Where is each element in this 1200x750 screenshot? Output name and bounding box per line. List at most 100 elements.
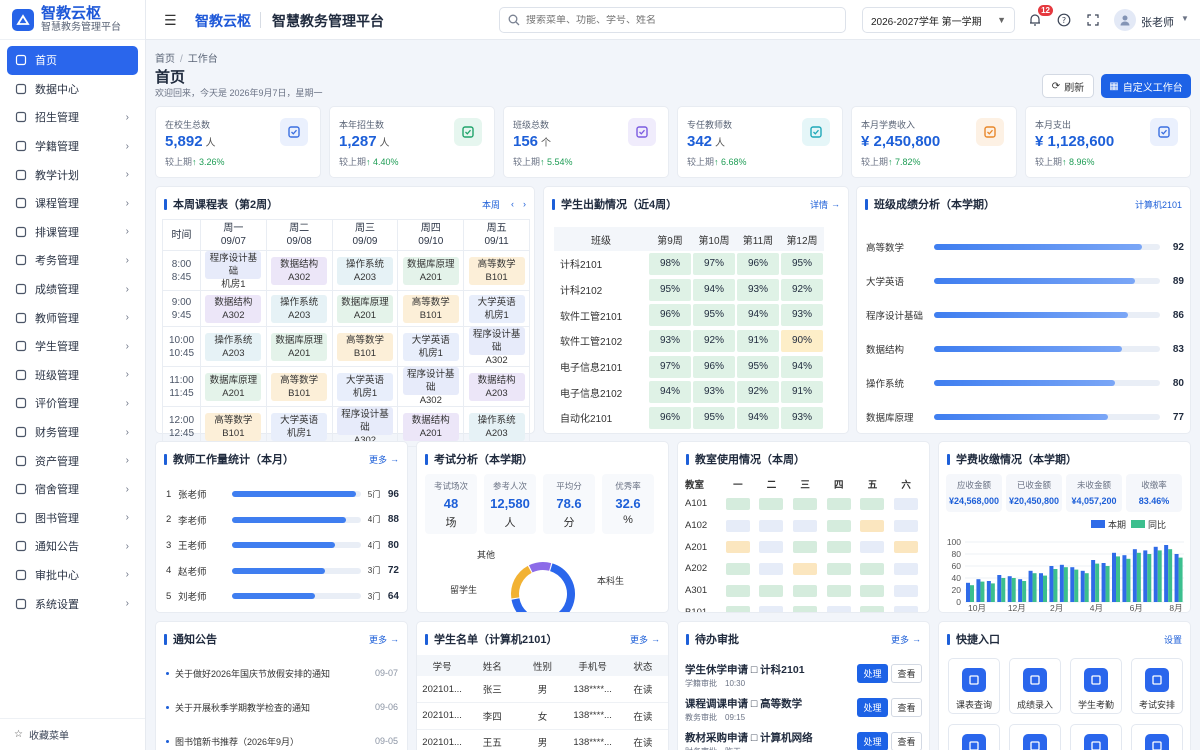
fee-bar[interactable] xyxy=(966,582,970,602)
room-slot[interactable] xyxy=(894,562,919,575)
table-row[interactable]: 202101... 李四女 138****... 在读 xyxy=(417,702,668,730)
fee-bar[interactable] xyxy=(1074,569,1079,602)
table-row[interactable]: 202101... 张三男 138****... 在读 xyxy=(417,676,668,703)
course-block[interactable]: 操作系统 A203 xyxy=(205,332,262,361)
room-slot[interactable] xyxy=(793,541,818,554)
fee-bar[interactable] xyxy=(990,583,995,602)
course-block[interactable]: 数据库原理 A201 xyxy=(402,256,459,285)
course-block[interactable]: 程序设计基础 A302 xyxy=(468,327,525,366)
bell-icon[interactable]: 12 xyxy=(1026,5,1053,29)
course-block[interactable]: 数据库原理 A201 xyxy=(336,294,393,323)
sidebar-item-12[interactable]: 评价管理 › xyxy=(0,389,145,418)
room-slot[interactable] xyxy=(826,562,851,575)
fee-bar[interactable] xyxy=(1178,557,1183,602)
refresh-button[interactable]: ⟳ 刷新 xyxy=(1042,74,1094,98)
fee-bar[interactable] xyxy=(1028,570,1033,602)
user-name[interactable]: 张老师 xyxy=(1141,14,1174,30)
fee-bar[interactable] xyxy=(1136,552,1141,602)
fee-bar[interactable] xyxy=(1022,581,1027,602)
fee-bar[interactable] xyxy=(1070,567,1075,602)
fee-bar[interactable] xyxy=(1112,552,1116,602)
fee-bar[interactable] xyxy=(1043,575,1047,602)
room-slot[interactable] xyxy=(860,541,885,554)
room-slot[interactable] xyxy=(826,497,851,510)
room-slot[interactable] xyxy=(725,541,750,554)
fee-bar[interactable] xyxy=(1059,564,1064,602)
sidebar-item-10[interactable]: 学生管理 › xyxy=(0,332,145,361)
course-block[interactable]: 操作系统 A203 xyxy=(336,256,393,285)
sidebar-item-8[interactable]: 成绩管理 › xyxy=(0,275,145,304)
fee-bar[interactable] xyxy=(1126,558,1131,602)
table-row[interactable]: 202101... 王五男 138****... 在读 xyxy=(417,729,668,750)
fee-bar[interactable] xyxy=(1084,573,1089,602)
quick-entry[interactable] xyxy=(1131,724,1183,750)
fee-bar[interactable] xyxy=(1039,573,1043,602)
room-slot[interactable] xyxy=(759,584,784,597)
course-block[interactable]: 大学英语 机房1 xyxy=(336,372,393,401)
handle-button[interactable]: 处理 xyxy=(857,664,888,683)
course-block[interactable]: 数据结构 A302 xyxy=(205,294,262,323)
donut-slice[interactable] xyxy=(528,562,552,573)
global-search[interactable] xyxy=(499,7,846,33)
handle-button[interactable]: 处理 xyxy=(857,698,888,717)
course-block[interactable]: 高等数学 B101 xyxy=(271,372,328,401)
room-slot[interactable] xyxy=(725,584,750,597)
quick-entry[interactable]: 成绩录入 xyxy=(1009,658,1061,714)
room-slot[interactable] xyxy=(793,519,818,532)
fee-bar[interactable] xyxy=(1153,546,1158,602)
fee-bar[interactable] xyxy=(1007,576,1012,602)
fee-bar[interactable] xyxy=(1101,563,1106,602)
room-slot[interactable] xyxy=(860,497,885,510)
room-slot[interactable] xyxy=(759,562,784,575)
chevron-right-icon[interactable]: › xyxy=(523,199,526,209)
fee-bar[interactable] xyxy=(1116,556,1120,602)
course-block[interactable]: 大学英语 机房1 xyxy=(468,294,525,323)
help-icon[interactable]: ? xyxy=(1055,11,1073,29)
fee-bar[interactable] xyxy=(1091,560,1096,602)
view-button[interactable]: 查看 xyxy=(891,732,922,750)
view-button[interactable]: 查看 xyxy=(891,698,922,717)
room-slot[interactable] xyxy=(793,606,818,612)
course-block[interactable]: 大学英语 机房1 xyxy=(271,412,328,441)
course-block[interactable]: 操作系统 A203 xyxy=(271,294,328,323)
room-slot[interactable] xyxy=(826,541,851,554)
sidebar-item-0[interactable]: 首页 xyxy=(7,46,138,75)
quick-entry[interactable] xyxy=(1009,724,1061,750)
fee-bar[interactable] xyxy=(1164,545,1169,602)
more-link[interactable]: 更多 → xyxy=(630,633,660,646)
settings-link[interactable]: 设置 xyxy=(1164,633,1182,646)
fee-bar[interactable] xyxy=(976,579,981,602)
course-block[interactable]: 程序设计基础 机房1 xyxy=(205,251,262,290)
fee-bar[interactable] xyxy=(1063,567,1068,602)
details-link[interactable]: 详情 → xyxy=(810,198,840,211)
room-slot[interactable] xyxy=(759,519,784,532)
room-slot[interactable] xyxy=(894,606,919,612)
course-block[interactable]: 高等数学 B101 xyxy=(402,294,459,323)
more-link[interactable]: 更多 → xyxy=(369,633,399,646)
handle-button[interactable]: 处理 xyxy=(857,732,888,750)
view-button[interactable]: 查看 xyxy=(891,664,922,683)
quick-entry[interactable]: 考试安排 xyxy=(1131,658,1183,714)
sidebar-item-5[interactable]: 课程管理 › xyxy=(0,189,145,218)
quick-entry[interactable] xyxy=(948,724,1000,750)
fee-bar[interactable] xyxy=(1168,549,1173,602)
week-nav[interactable]: 本周 ‹ › xyxy=(482,198,526,211)
room-slot[interactable] xyxy=(894,497,919,510)
fee-bar[interactable] xyxy=(1147,554,1152,602)
room-slot[interactable] xyxy=(826,584,851,597)
sidebar-item-13[interactable]: 财务管理 › xyxy=(0,418,145,447)
sidebar-item-4[interactable]: 教学计划 › xyxy=(0,160,145,189)
course-block[interactable]: 程序设计基础 A302 xyxy=(402,367,459,406)
stat-card[interactable]: 本月学费收入 ¥ 2,450,800 较上期↑ 7.82% xyxy=(851,106,1017,178)
room-slot[interactable] xyxy=(793,497,818,510)
room-slot[interactable] xyxy=(860,606,885,612)
course-block[interactable]: 数据结构 A203 xyxy=(468,372,525,401)
fee-bar[interactable] xyxy=(1032,573,1037,602)
fee-bar[interactable] xyxy=(1105,566,1110,602)
fee-bar[interactable] xyxy=(1174,554,1179,602)
customize-workspace-button[interactable]: ▦ 自定义工作台 xyxy=(1101,74,1191,98)
class-select-link[interactable]: 计算机2101 xyxy=(1135,198,1182,211)
notice-item[interactable]: 关于开展秋季学期教学检查的通知 09-06 xyxy=(166,700,398,714)
fee-bar[interactable] xyxy=(1018,579,1023,602)
fee-bar[interactable] xyxy=(970,585,974,602)
